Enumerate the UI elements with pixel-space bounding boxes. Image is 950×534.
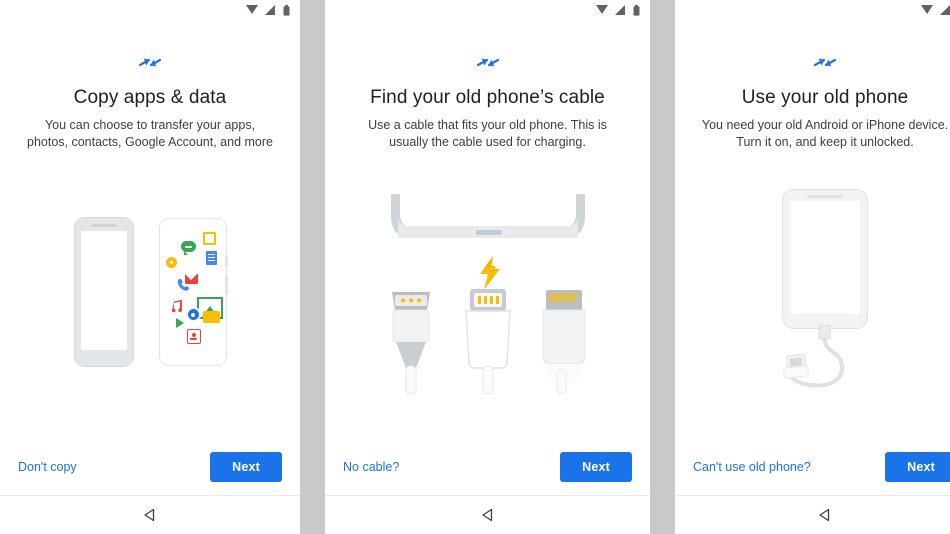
panel-find-old-phone-cable: Find your old phone’s cable Use a cable … [325, 0, 650, 534]
navigation-bar [675, 495, 950, 534]
next-button[interactable]: Next [560, 452, 632, 482]
panel-divider-1 [300, 0, 325, 534]
chat-bubble-icon [180, 241, 196, 255]
panel-copy-apps-and-data: Copy apps & data You can choose to trans… [0, 0, 300, 534]
phone-dialer-icon [177, 279, 189, 291]
speaker-slot [807, 195, 843, 198]
page-subtitle: You need your old Android or iPhone devi… [701, 118, 949, 149]
back-triangle-icon[interactable] [817, 507, 833, 523]
illustration-phone-with-cable [675, 151, 950, 439]
illustration-two-phones [0, 151, 300, 439]
back-triangle-icon[interactable] [480, 507, 496, 523]
back-triangle-icon[interactable] [142, 507, 158, 523]
no-cable-link[interactable]: No cable? [343, 460, 399, 474]
usb-c-connector [464, 289, 511, 394]
panel-content: Use your old phone You need your old And… [675, 20, 950, 439]
app-icon-cluster [160, 219, 226, 365]
wifi-icon [246, 5, 258, 14]
phone-screen [790, 201, 860, 314]
signal-icon [265, 5, 275, 15]
yellow-circle-icon [165, 257, 177, 268]
next-button[interactable]: Next [210, 452, 282, 482]
page-subtitle: You can choose to transfer your apps, ph… [27, 118, 273, 149]
new-phone-graphic [158, 218, 228, 366]
transfer-arrows-icon [476, 58, 499, 67]
connector-row [380, 286, 595, 396]
signal-icon [615, 5, 625, 15]
old-phone-graphic [73, 217, 134, 367]
transfer-arrows-icon [813, 58, 837, 67]
panel-footer: Don't copy Next [0, 439, 300, 495]
dont-copy-link[interactable]: Don't copy [18, 460, 77, 474]
page-title: Use your old phone [741, 87, 909, 108]
docs-icon [205, 251, 217, 265]
phone-screen [80, 231, 127, 350]
settings-gear-icon [187, 309, 199, 320]
music-note-icon [171, 299, 182, 313]
lightning-bolt-icon [480, 256, 500, 290]
navigation-bar [0, 495, 300, 534]
contact-card-icon [186, 329, 201, 344]
play-icon [175, 318, 184, 328]
wifi-icon [921, 5, 933, 14]
panel-footer: Can't use old phone? Next [675, 439, 950, 495]
usb-cable-graphic [783, 325, 845, 388]
page-subtitle: Use a cable that fits your old phone. Th… [368, 118, 607, 149]
wifi-icon [596, 5, 608, 14]
panel-footer: No cable? Next [325, 439, 650, 495]
navigation-bar [325, 495, 650, 534]
lightning-connector [542, 290, 586, 394]
old-phone-graphic [782, 189, 868, 329]
transfer-arrows-icon [138, 58, 162, 67]
micro-usb-connector [392, 292, 430, 394]
status-bar [675, 0, 950, 20]
signal-icon [940, 5, 950, 15]
illustration-cables [325, 151, 650, 439]
panel-divider-2 [650, 0, 675, 534]
next-button[interactable]: Next [885, 452, 950, 482]
status-bar [0, 0, 300, 20]
panel-content: Find your old phone’s cable Use a cable … [325, 20, 650, 439]
status-bar [325, 0, 650, 20]
speaker-slot [90, 224, 117, 227]
folder-icon [202, 311, 220, 323]
page-title: Copy apps & data [73, 87, 227, 108]
page-title: Find your old phone’s cable [370, 87, 605, 108]
screenshot-stage: Copy apps & data You can choose to trans… [0, 0, 950, 534]
battery-icon [633, 4, 640, 16]
cant-use-old-phone-link[interactable]: Can't use old phone? [693, 460, 811, 474]
battery-icon [283, 4, 290, 16]
phone-port-graphic [391, 194, 585, 238]
panel-content: Copy apps & data You can choose to trans… [0, 20, 300, 439]
panel-use-your-old-phone: Use your old phone You need your old And… [675, 0, 950, 534]
sticky-note-icon [202, 232, 216, 245]
